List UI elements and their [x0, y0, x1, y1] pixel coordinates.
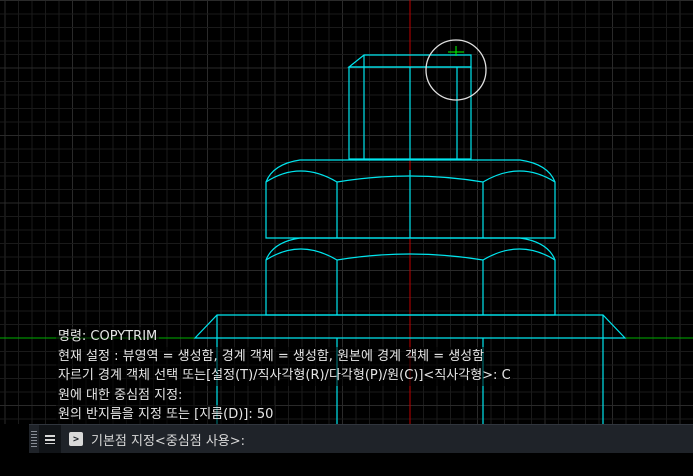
history-line: 현재 설정 : 뷰영역 = 생성함, 경계 객체 = 생성함, 원본에 경계 객… — [56, 346, 487, 366]
command-history: 명령: COPYTRIM 현재 설정 : 뷰영역 = 생성함, 경계 객체 = … — [56, 327, 513, 425]
command-menu-button[interactable] — [39, 425, 61, 453]
hamburger-menu-icon — [45, 434, 55, 444]
history-line: 원에 대한 중심점 지정: — [56, 385, 185, 405]
history-line: 원의 반지름을 지정 또는 [지름(D)]: 50 — [56, 405, 276, 425]
history-line: 자르기 경계 객체 선택 또는[설정(T)/직사각형(R)/다각형(P)/원(C… — [56, 366, 513, 386]
bottom-strip — [0, 453, 693, 476]
command-line-bar: > 기본점 지정<중심점 사용>: — [29, 424, 693, 453]
drawing-viewport[interactable]: 명령: COPYTRIM 현재 설정 : 뷰영역 = 생성함, 경계 객체 = … — [0, 0, 693, 476]
command-input[interactable]: 기본점 지정<중심점 사용>: — [91, 430, 693, 449]
drag-grip-icon[interactable] — [31, 431, 37, 447]
terminal-prompt-icon: > — [69, 432, 83, 446]
upper-hex-nut — [265, 159, 556, 239]
history-line: 명령: COPYTRIM — [56, 327, 160, 347]
